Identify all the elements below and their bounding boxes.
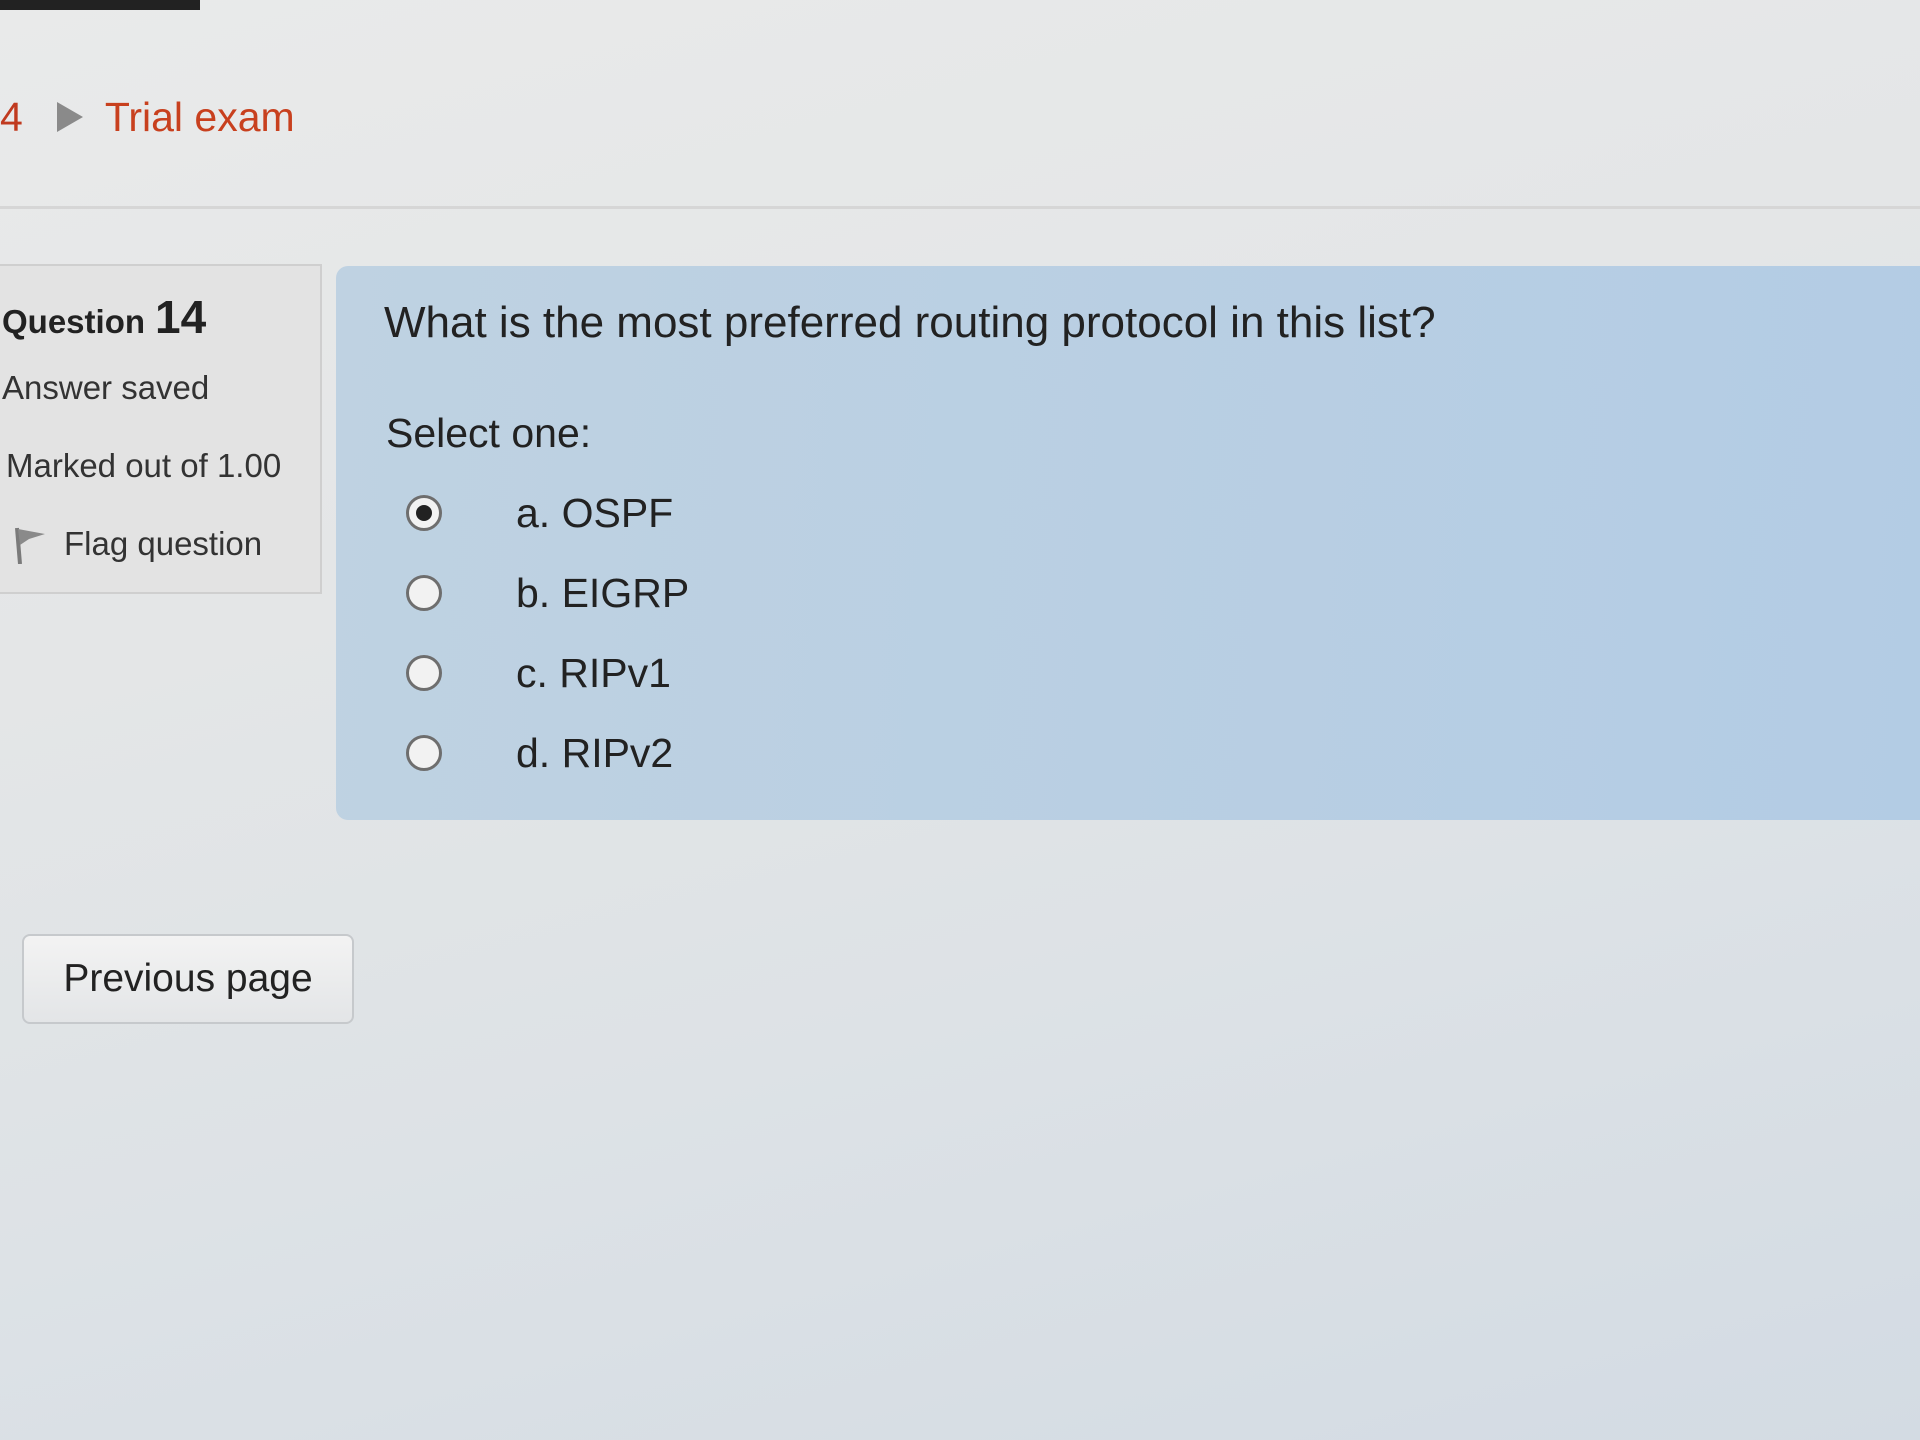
question-content: What is the most preferred routing proto… [336, 266, 1920, 820]
answer-option-c[interactable]: c. RIPv1 [406, 648, 671, 698]
answer-option-a[interactable]: a. OSPF [406, 488, 673, 538]
answer-label-b[interactable]: b. EIGRP [516, 570, 689, 617]
question-text: What is the most preferred routing proto… [384, 298, 1436, 347]
header-edge [0, 0, 200, 10]
answer-option-b[interactable]: b. EIGRP [406, 568, 689, 618]
answer-option-d[interactable]: d. RIPv2 [406, 728, 673, 778]
question-number-label: Question [2, 303, 146, 340]
breadcrumb-item-previous[interactable]: 4 [0, 94, 23, 141]
question-number-value: 14 [155, 291, 207, 343]
flag-question-link[interactable]: Flag question [14, 524, 262, 564]
radio-button-c[interactable] [406, 655, 442, 691]
select-one-prompt: Select one: [386, 410, 592, 456]
flag-icon [15, 527, 45, 564]
answer-label-c[interactable]: c. RIPv1 [516, 650, 671, 697]
previous-page-button[interactable]: Previous page [22, 934, 354, 1024]
question-number: Question 14 [2, 290, 206, 344]
answer-label-a[interactable]: a. OSPF [516, 490, 673, 537]
flag-question-label: Flag question [64, 525, 263, 562]
question-info-panel: Question 14 Answer saved Marked out of 1.… [0, 264, 322, 594]
radio-button-a[interactable] [406, 495, 442, 531]
breadcrumb-item-trial-exam[interactable]: Trial exam [105, 94, 295, 141]
breadcrumb: 4 Trial exam [0, 92, 295, 142]
question-state: Answer saved [2, 369, 210, 406]
radio-button-b[interactable] [406, 575, 442, 611]
radio-button-d[interactable] [406, 735, 442, 771]
triangle-right-icon [56, 102, 83, 132]
answer-label-d[interactable]: d. RIPv2 [516, 730, 673, 777]
header-divider [0, 206, 1920, 209]
question-grade: Marked out of 1.00 [6, 447, 282, 484]
